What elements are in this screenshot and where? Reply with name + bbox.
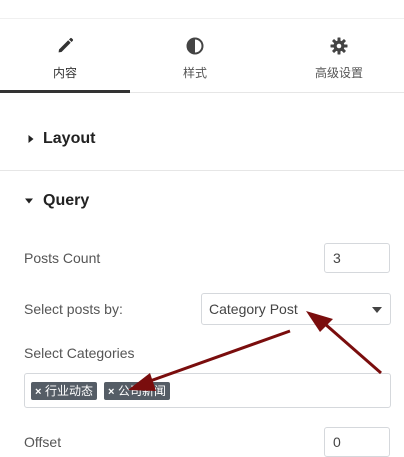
section-layout-header[interactable]: Layout xyxy=(0,104,404,171)
select-value: Category Post xyxy=(209,301,298,317)
caret-right-icon xyxy=(28,135,34,143)
chevron-down-icon xyxy=(372,307,382,313)
offset-label: Offset xyxy=(24,434,62,450)
remove-tag-icon[interactable]: × xyxy=(35,383,45,401)
select-categories-input[interactable]: × 行业动态 × 公司新闻 xyxy=(24,373,391,408)
tab-bar: 内容 样式 高级设置 xyxy=(0,22,404,93)
section-title: Query xyxy=(43,192,90,209)
pencil-icon xyxy=(58,37,74,53)
tab-style[interactable]: 样式 xyxy=(130,22,260,92)
select-posts-by-dropdown[interactable]: Category Post xyxy=(201,293,391,325)
tab-label: 高级设置 xyxy=(314,66,363,80)
tab-label: 样式 xyxy=(182,66,207,80)
contrast-icon xyxy=(186,37,204,55)
section-query-header[interactable]: Query xyxy=(0,171,404,229)
tag-label: 公司新闻 xyxy=(118,384,167,398)
tag-label: 行业动态 xyxy=(45,384,94,398)
posts-count-label: Posts Count xyxy=(24,250,101,266)
tab-content[interactable]: 内容 xyxy=(0,22,130,93)
posts-count-input[interactable] xyxy=(324,243,390,273)
panel-top-strip xyxy=(0,0,404,20)
select-categories-label: Select Categories xyxy=(24,345,135,361)
category-tag: × 公司新闻 xyxy=(104,382,171,401)
tab-label: 内容 xyxy=(52,66,77,80)
tab-advanced[interactable]: 高级设置 xyxy=(274,22,404,92)
gear-icon xyxy=(330,37,348,55)
caret-down-icon xyxy=(25,198,33,204)
category-tag: × 行业动态 xyxy=(31,382,98,401)
section-title: Layout xyxy=(43,130,96,147)
select-posts-by-label: Select posts by: xyxy=(24,301,123,317)
divider xyxy=(0,18,404,19)
remove-tag-icon[interactable]: × xyxy=(108,383,118,401)
